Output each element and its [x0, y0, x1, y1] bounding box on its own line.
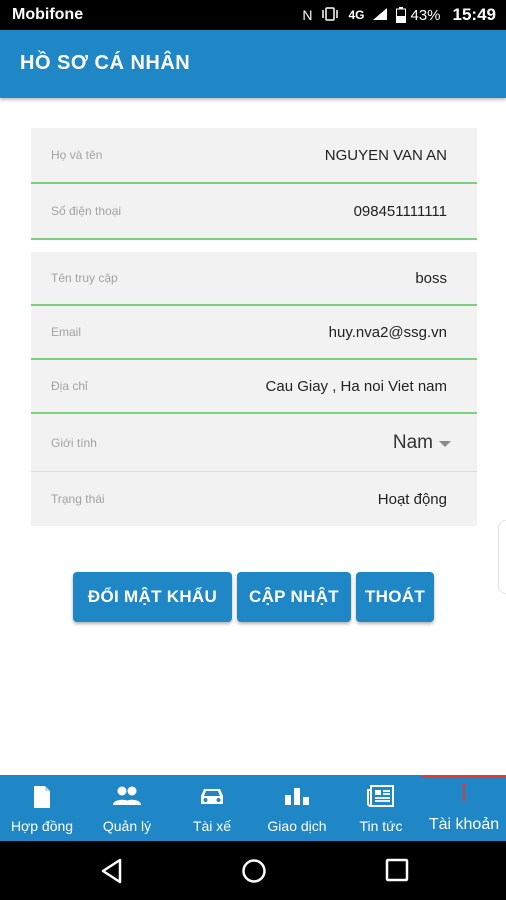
carrier-name: Mobifone [12, 6, 84, 23]
username-label: Tên truy cập [51, 271, 118, 285]
username-value[interactable]: boss [415, 270, 447, 287]
email-value[interactable]: huy.nva2@ssg.vn [329, 324, 447, 341]
android-nav-bar [0, 841, 506, 900]
chevron-down-icon[interactable] [439, 440, 451, 447]
signal-icon [372, 7, 388, 23]
nav-label-account: Tài khoản [428, 816, 500, 833]
vibrate-icon [320, 7, 340, 23]
people-icon [112, 785, 142, 812]
change-password-button[interactable]: ĐỔI MẬT KHẨU [73, 572, 232, 622]
gender-select[interactable]: Nam [393, 432, 451, 454]
home-icon[interactable] [241, 858, 267, 889]
document-icon [32, 785, 52, 814]
nav-item-transactions[interactable]: Giao dịch [254, 775, 340, 841]
address-label: Địa chỉ [51, 379, 88, 393]
address-field[interactable]: Địa chỉ Cau Giay , Ha noi Viet nam [31, 360, 477, 414]
battery-indicator: 43% [396, 6, 441, 24]
gender-field[interactable]: Giới tính Nam [31, 414, 477, 472]
car-icon [199, 785, 225, 812]
status-icons: N 4G 43% 15:49 [302, 5, 496, 25]
newspaper-icon [367, 785, 395, 812]
nav-label-contracts: Hợp đồng [10, 818, 74, 834]
profile-form: Họ và tên NGUYEN VAN AN Số điện thoại 09… [31, 128, 477, 526]
clock: 15:49 [452, 5, 496, 24]
nav-label-transactions: Giao dịch [267, 818, 327, 834]
status-bar: Mobifone N 4G 43% 15:49 [0, 0, 506, 30]
email-field[interactable]: Email huy.nva2@ssg.vn [31, 306, 477, 360]
network-type: 4G [348, 8, 365, 22]
full-name-label: Họ và tên [51, 148, 103, 162]
phone-value[interactable]: 098451111111 [354, 203, 447, 220]
info-icon [462, 784, 466, 801]
recents-icon[interactable] [385, 858, 409, 887]
address-value[interactable]: Cau Giay , Ha noi Viet nam [266, 378, 447, 395]
status-value: Hoạt động [377, 490, 447, 508]
nav-label-drivers: Tài xế [192, 818, 232, 834]
nav-item-drivers[interactable]: Tài xế [170, 775, 254, 841]
nav-label-news: Tin tức [359, 818, 403, 834]
nav-item-news[interactable]: Tin tức [340, 775, 422, 841]
back-icon[interactable] [100, 858, 124, 889]
status-label: Trạng thái [51, 492, 105, 506]
gender-value[interactable]: Nam [393, 432, 433, 454]
nav-item-contracts[interactable]: Hợp đồng [0, 775, 84, 841]
battery-level: 43% [410, 6, 441, 24]
bar-chart-icon [283, 785, 311, 812]
app-header: HỒ SƠ CÁ NHÂN [0, 30, 506, 98]
full-name-value[interactable]: NGUYEN VAN AN [325, 147, 447, 164]
side-drawer-handle[interactable] [498, 520, 506, 594]
battery-icon [396, 7, 407, 23]
bottom-nav: Hợp đồng Quản lý Tài xế Giao dịch Tin tứ… [0, 775, 506, 841]
nav-item-account[interactable]: Tài khoản [422, 775, 506, 841]
gender-label: Giới tính [51, 435, 97, 450]
nfc-icon: N [302, 7, 313, 23]
update-button[interactable]: CẬP NHẬT [237, 572, 351, 622]
email-label: Email [51, 325, 82, 339]
phone-field[interactable]: Số điện thoại 098451111111 [31, 184, 477, 240]
full-name-field[interactable]: Họ và tên NGUYEN VAN AN [31, 128, 477, 184]
page-title: HỒ SƠ CÁ NHÂN [20, 52, 191, 74]
nav-item-management[interactable]: Quản lý [84, 775, 170, 841]
phone-label: Số điện thoại [51, 204, 122, 218]
nav-label-management: Quản lý [102, 818, 152, 834]
logout-button[interactable]: THOÁT [356, 572, 434, 622]
status-field: Trạng thái Hoạt động [31, 472, 477, 526]
username-field[interactable]: Tên truy cập boss [31, 252, 477, 306]
